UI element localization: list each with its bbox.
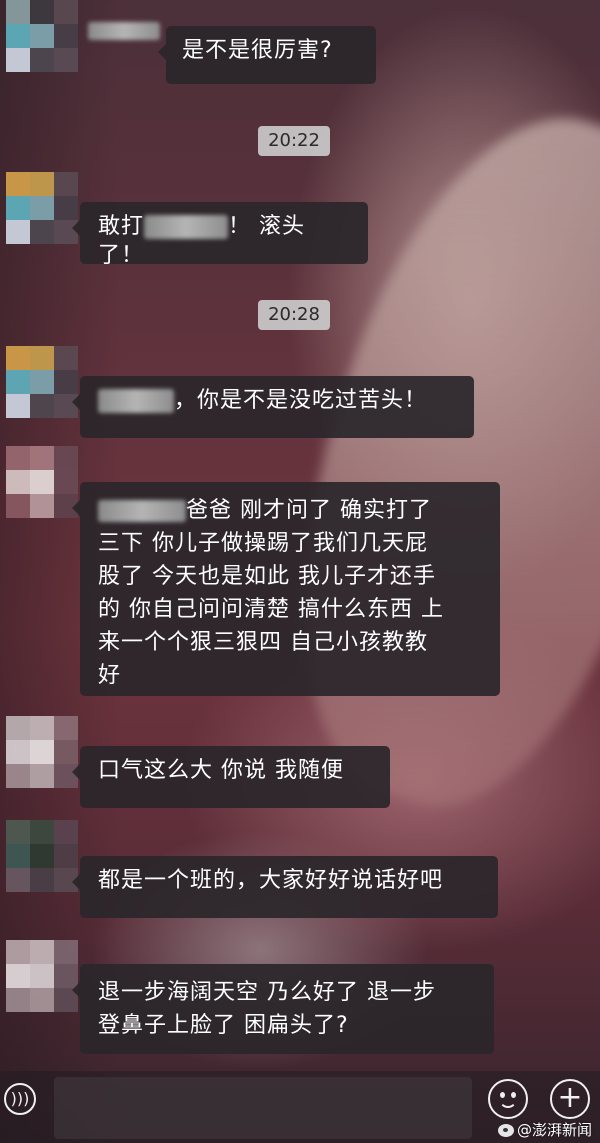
voice-icon[interactable]: ))) bbox=[4, 1083, 36, 1115]
message-text: 都是一个班的，大家好好说话好吧 bbox=[98, 868, 444, 893]
avatar[interactable] bbox=[6, 346, 78, 418]
message-line: 来一个个狠三狠四 自己小孩教教 bbox=[98, 630, 428, 655]
message-line: 退一步海阔天空 乃么好了 退一步 bbox=[98, 980, 436, 1005]
message-text: ，你是不是没吃过苦头！ bbox=[174, 388, 428, 413]
redacted-name bbox=[88, 22, 160, 40]
avatar[interactable] bbox=[6, 172, 78, 244]
message-line: 的 你自己问问清楚 搞什么东西 上 bbox=[98, 597, 444, 622]
message-text: 口气这么大 你说 我随便 bbox=[98, 758, 344, 783]
message-line: 登鼻子上脸了 困扁头了? bbox=[98, 1013, 349, 1038]
weibo-logo-icon bbox=[497, 1123, 514, 1137]
timestamp: 20:28 bbox=[258, 300, 330, 330]
message-line: 爸爸 刚才问了 确实打了 bbox=[98, 494, 482, 527]
message-input[interactable] bbox=[54, 1077, 472, 1139]
message-bubble[interactable]: 口气这么大 你说 我随便 bbox=[72, 746, 390, 808]
message-bubble[interactable]: 敢打！ 滚头了！ bbox=[72, 202, 368, 268]
watermark-text: @澎湃新闻 bbox=[516, 1121, 592, 1139]
message-bubble[interactable]: 退一步海阔天空 乃么好了 退一步 登鼻子上脸了 困扁头了? bbox=[72, 964, 494, 1054]
message-text: 敢打 bbox=[98, 214, 145, 239]
message-line: 好 bbox=[98, 663, 122, 688]
message-bubble[interactable]: ，你是不是没吃过苦头！ bbox=[72, 376, 474, 438]
avatar[interactable] bbox=[6, 820, 78, 892]
emoji-icon[interactable] bbox=[488, 1079, 528, 1119]
timestamp: 20:22 bbox=[258, 126, 330, 156]
message-line: 三下 你儿子做操踢了我们几天屁 bbox=[98, 531, 428, 556]
message-text: 是不是很厉害? bbox=[182, 38, 333, 63]
avatar[interactable] bbox=[6, 0, 78, 72]
redacted-name bbox=[98, 500, 186, 522]
message-bubble[interactable]: 是不是很厉害? bbox=[158, 26, 376, 84]
message-line: 股了 今天也是如此 我儿子才还手 bbox=[98, 564, 436, 589]
avatar[interactable] bbox=[6, 940, 78, 1012]
message-bubble[interactable]: 爸爸 刚才问了 确实打了 三下 你儿子做操踢了我们几天屁 股了 今天也是如此 我… bbox=[72, 482, 500, 696]
watermark: @澎湃新闻 bbox=[497, 1121, 592, 1139]
plus-icon[interactable]: + bbox=[550, 1079, 590, 1119]
avatar[interactable] bbox=[6, 716, 78, 788]
message-bubble[interactable]: 都是一个班的，大家好好说话好吧 bbox=[72, 856, 498, 918]
redacted-name bbox=[98, 389, 174, 413]
redacted-name bbox=[144, 215, 229, 239]
avatar[interactable] bbox=[6, 446, 78, 518]
